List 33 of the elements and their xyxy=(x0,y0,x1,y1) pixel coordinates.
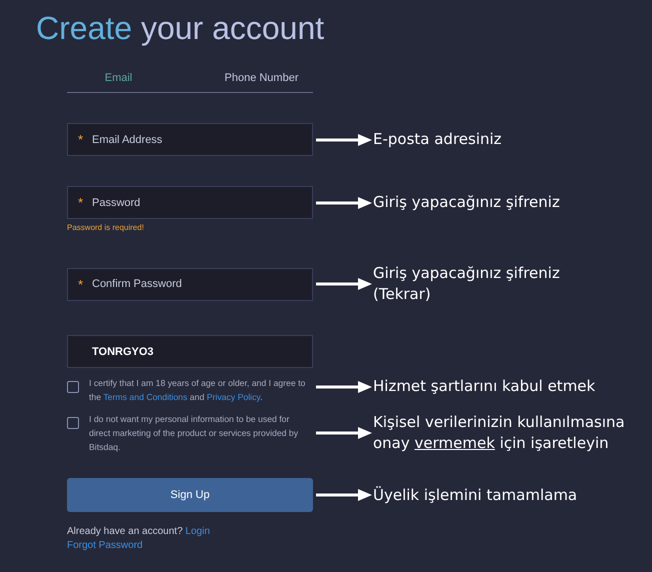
input-field[interactable]: * Confirm Password xyxy=(67,268,313,300)
annotation-text: Giriş yapacağınız şifreniz (Tekrar) xyxy=(373,263,560,305)
consent-text: I do not want my personal information to be used for direct marketing of the product or services provided by Bitsdaq. xyxy=(89,413,300,454)
arrow-icon xyxy=(316,278,372,290)
error-message: Password is required! xyxy=(67,223,145,233)
input-field[interactable]: TONRGYO3 xyxy=(67,335,313,368)
annotation-text: E-posta adresiniz xyxy=(373,129,502,150)
annotation-text: Kişisel verilerinizin kullanılmasına onay vermemek için işaretleyin xyxy=(373,412,625,454)
checkbox[interactable] xyxy=(67,417,79,429)
tab[interactable]: Email xyxy=(67,68,170,92)
login-link[interactable]: Login xyxy=(185,526,210,537)
login-prompt: Already have an account? Login xyxy=(67,526,211,537)
link[interactable]: Terms and Conditions xyxy=(103,392,188,402)
link[interactable]: Privacy Policy xyxy=(206,392,260,402)
arrow-icon xyxy=(316,134,372,146)
page-title: Create your account xyxy=(36,9,326,48)
arrow-icon xyxy=(316,489,372,501)
sign-up-button[interactable]: Sign Up xyxy=(67,478,313,512)
tab[interactable]: Phone Number xyxy=(170,68,313,92)
checkbox[interactable] xyxy=(67,381,79,393)
input-field[interactable]: * Email Address xyxy=(67,123,313,156)
annotation-text: Üyelik işlemini tamamlama xyxy=(373,484,578,506)
annotation-text: Giriş yapacağınız şifreniz xyxy=(373,192,560,213)
annotation-text: Hizmet şartlarını kabul etmek xyxy=(373,376,596,397)
forgot-password-link[interactable]: Forgot Password xyxy=(67,540,143,551)
input-field[interactable]: * Password xyxy=(67,186,313,219)
required-mark: * xyxy=(78,132,84,147)
arrow-icon xyxy=(316,380,372,392)
arrow-icon xyxy=(316,196,372,208)
consent-text: I certify that I am 18 years of age or older, and I agree to the Terms and Conditions and Privacy Policy. xyxy=(89,377,306,404)
arrow-icon xyxy=(316,427,372,439)
required-mark: * xyxy=(78,276,84,292)
required-mark: * xyxy=(78,195,84,210)
